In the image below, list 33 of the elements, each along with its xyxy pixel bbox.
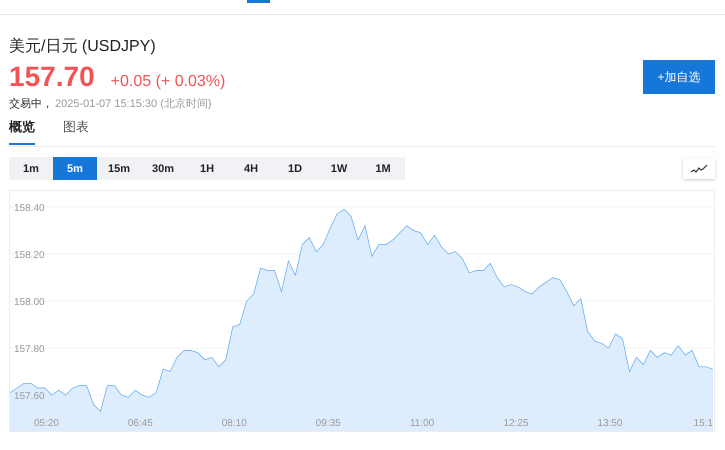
- y-axis-label: 158.20: [14, 250, 45, 261]
- period-button[interactable]: 4H: [229, 157, 273, 180]
- y-axis-label: 157.60: [14, 391, 45, 402]
- x-axis-label: 15:1: [694, 418, 713, 429]
- x-axis-label: 13:50: [597, 418, 622, 429]
- x-axis-label: 11:00: [410, 418, 434, 429]
- period-button[interactable]: 15m: [97, 157, 141, 180]
- period-button[interactable]: 1H: [185, 157, 229, 180]
- period-button[interactable]: 1m: [9, 157, 53, 180]
- tab-indicator: [247, 0, 270, 3]
- period-button[interactable]: 5m: [53, 157, 97, 180]
- line-chart-icon: [690, 164, 708, 174]
- currency-pair-title: 美元/日元 (USDJPY): [9, 37, 157, 57]
- chart-style-button[interactable]: [683, 158, 715, 179]
- timestamp: 2025-01-07 15:15:30 (北京时间): [55, 96, 212, 111]
- price: 157.70: [9, 61, 95, 93]
- y-axis-label: 157.80: [14, 344, 45, 356]
- price-change: +0.05 (+ 0.03%): [110, 73, 226, 91]
- period-button[interactable]: 1M: [361, 157, 405, 180]
- y-axis-label: 158.40: [14, 202, 45, 214]
- trading-status: 交易中，: [9, 96, 53, 111]
- y-axis-label: 158.00: [14, 297, 45, 308]
- tab[interactable]: 概览: [9, 114, 35, 145]
- x-axis-label: 12:25: [504, 418, 529, 429]
- x-axis-label: 09:35: [316, 418, 341, 429]
- x-axis-label: 06:45: [128, 418, 153, 429]
- period-button[interactable]: 30m: [141, 157, 185, 180]
- x-axis-label: 05:20: [34, 418, 59, 429]
- tab[interactable]: 图表: [63, 114, 89, 145]
- period-button[interactable]: 1W: [317, 157, 361, 180]
- x-axis-label: 08:10: [222, 418, 247, 429]
- period-button[interactable]: 1D: [273, 157, 317, 180]
- add-to-watchlist-button[interactable]: +加自选: [643, 60, 715, 94]
